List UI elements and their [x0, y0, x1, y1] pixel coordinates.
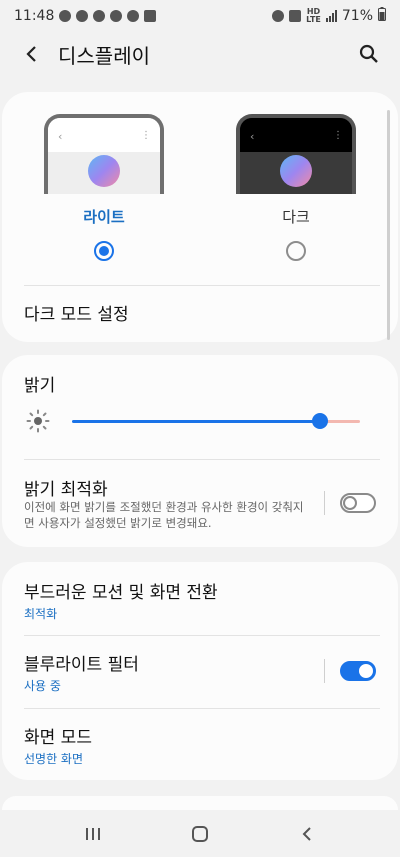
- adaptive-brightness-title: 밝기 최적화: [24, 480, 108, 500]
- dark-mode-settings-item[interactable]: 다크 모드 설정: [24, 300, 129, 325]
- dark-theme-preview: ‹ ⋮: [236, 114, 356, 194]
- navigation-bar: [0, 810, 400, 857]
- call-notification-icon: [127, 10, 140, 22]
- motion-smoothness-value: 최적화: [24, 607, 58, 621]
- brightness-slider[interactable]: [72, 411, 360, 431]
- bike-notification-icon: [93, 10, 106, 22]
- blue-light-filter-status: 사용 중: [24, 679, 61, 693]
- dark-theme-option[interactable]: ‹ ⋮ 다크: [236, 114, 356, 261]
- screen-mode-item[interactable]: 화면 모드: [24, 723, 92, 748]
- alarm-icon: [272, 10, 285, 22]
- message-notification-icon: [110, 10, 123, 22]
- preview-orb: [88, 155, 120, 187]
- preview-orb: [280, 155, 312, 187]
- screen-mode-value: 선명한 화면: [24, 752, 84, 766]
- light-theme-label: 라이트: [83, 208, 125, 226]
- search-icon: [359, 44, 378, 63]
- divider: [24, 459, 380, 460]
- separator: [324, 659, 325, 683]
- back-nav-icon: [302, 826, 311, 841]
- scrollbar[interactable]: [387, 110, 390, 340]
- slider-remaining-track: [326, 420, 360, 423]
- status-right: HD LTE 71%: [272, 7, 386, 25]
- battery-icon: [378, 7, 386, 25]
- separator: [324, 491, 325, 515]
- search-button[interactable]: [356, 41, 382, 67]
- next-card-peek: [2, 796, 398, 810]
- status-bar: 11:48 HD LTE 71%: [0, 0, 400, 32]
- motion-smoothness-item[interactable]: 부드러운 모션 및 화면 전환: [24, 578, 218, 603]
- dark-theme-label: 다크: [282, 208, 310, 226]
- adaptive-brightness-description: 이전에 화면 밝기를 조절했던 환경과 유사한 환경이 갖춰지면 사용자가 설정…: [24, 500, 304, 530]
- signal-icon: [325, 10, 337, 22]
- display-settings-card: 부드러운 모션 및 화면 전환 최적화 블루라이트 필터 사용 중 화면 모드 …: [2, 562, 398, 780]
- slider-filled-track: [72, 420, 318, 423]
- back-button[interactable]: [18, 41, 44, 67]
- back-nav-button[interactable]: [287, 814, 327, 854]
- slider-thumb[interactable]: [312, 413, 328, 429]
- brightness-title: 밝기: [24, 376, 56, 396]
- blue-light-filter-item[interactable]: 블루라이트 필터: [24, 650, 139, 675]
- brightness-card: 밝기 밝기 최적화 이전에 화면 밝기를 조절했던 환경과 유사한 환경이 갖춰…: [2, 355, 398, 547]
- adaptive-brightness-toggle[interactable]: [340, 493, 376, 513]
- dark-theme-radio[interactable]: [286, 241, 306, 261]
- recents-icon: [86, 827, 101, 840]
- divider: [24, 708, 380, 709]
- status-left: 11:48: [14, 8, 157, 24]
- settings-notification-icon: [59, 10, 72, 22]
- divider: [24, 635, 380, 636]
- home-button[interactable]: [180, 814, 220, 854]
- recents-button[interactable]: [73, 814, 113, 854]
- page-title: 디스플레이: [58, 43, 150, 68]
- sun-icon: [26, 409, 50, 433]
- back-arrow-icon: [26, 46, 36, 62]
- status-time: 11:48: [14, 8, 55, 24]
- light-theme-option[interactable]: ‹ ⋮ 라이트: [44, 114, 164, 261]
- network-type: HD LTE: [306, 7, 321, 24]
- mute-icon: [289, 10, 302, 22]
- image-notification-icon: [144, 10, 157, 22]
- app-bar: 디스플레이: [0, 32, 400, 76]
- battery-percent: 71%: [341, 8, 373, 24]
- blue-light-filter-toggle[interactable]: [340, 661, 376, 681]
- light-theme-preview: ‹ ⋮: [44, 114, 164, 194]
- theme-card: ‹ ⋮ 라이트 ‹ ⋮ 다크 다크 모드 설정: [2, 92, 398, 342]
- divider: [24, 285, 380, 286]
- chat-notification-icon: [76, 10, 89, 22]
- home-icon: [191, 825, 208, 842]
- light-theme-radio[interactable]: [94, 241, 114, 261]
